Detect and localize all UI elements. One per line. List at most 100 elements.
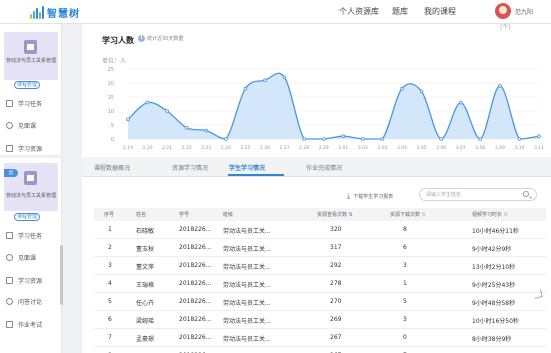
top-navigation-bar: 智慧树 个人资源库 题库 我的课程 范九阳 [0, 0, 551, 24]
person-icon [6, 254, 13, 261]
sort-icon: ⇅ [421, 212, 426, 218]
user-menu[interactable]: 范九阳 [495, 3, 533, 19]
student-search-input[interactable] [426, 190, 520, 199]
data-point [439, 137, 443, 141]
discussion-icon [6, 298, 13, 305]
x-tick-label: 3.02 [358, 145, 368, 151]
cell-resource-downloads: 0 [403, 334, 407, 341]
sidebar-scrollbar[interactable] [60, 245, 63, 305]
x-tick-label: 3.11 [534, 145, 544, 151]
download-report-label: 下载学生学习报表 [353, 194, 394, 200]
nav-personal-resources[interactable]: 个人资源库 [339, 6, 379, 17]
data-point [204, 128, 209, 133]
tab-homework-completion[interactable]: 作业完成情况 [306, 163, 342, 172]
column-header-resource-downloads[interactable]: 资源下载次数 ⇅ [390, 211, 426, 218]
data-point [478, 137, 483, 141]
x-tick-label: 3.06 [436, 145, 446, 151]
cell-resource-views: 292 [330, 262, 342, 269]
course-name: 劳动法与员工关系管理 [6, 58, 57, 64]
cell-name: 王瑞格 [136, 282, 155, 289]
course-card[interactable]: 劳动法与员工关系管理 [4, 32, 58, 80]
y-tick-label: 10 [108, 109, 114, 115]
sidebar-item-meeting-class[interactable]: 见面课 [6, 253, 36, 262]
y-tick-label: 0 [111, 137, 114, 143]
sidebar-item-learning-resources[interactable]: 学习资源 [6, 276, 42, 285]
course-manage-button[interactable]: 课程管理 [14, 213, 40, 221]
table-row[interactable]: 3 董文萍 2018226... 劳动法与员工关... 292 3 13小时2分10秒 [94, 257, 546, 275]
x-tick-label: 3.07 [456, 145, 466, 151]
course-document-icon [24, 40, 37, 54]
course-card[interactable]: 云 劳动法与员工关系管理 [4, 163, 58, 211]
y-tick-label: 15 [108, 95, 114, 101]
x-tick-label: 2.24 [221, 145, 231, 151]
cell-student-id: 2018226... [179, 244, 212, 251]
cell-video-duration: 10小时46分11秒 [472, 228, 519, 235]
cell-class: 劳动法与员工关... [223, 246, 271, 253]
table-row[interactable]: 5 任心卉 2018226... 劳动法与员工关... 270 5 9小时48分58秒 [94, 293, 546, 311]
column-header-label: 资源下载次数 [390, 212, 421, 218]
download-report-link[interactable]: ⤓ 下载学生学习报表 [347, 192, 393, 201]
column-header-student-id: 学号 [179, 212, 190, 218]
x-tick-label: 2.19 [123, 145, 133, 151]
cell-resource-views: 317 [330, 244, 342, 251]
cell-video-duration: 8小时38分9秒 [472, 336, 512, 343]
column-header-label: 视频学习时长 [472, 212, 503, 218]
cell-name: 任心卉 [136, 300, 155, 307]
column-header-video-duration[interactable]: 视频学习时长 ⇅ [472, 211, 508, 218]
cell-student-id: 2018226... [179, 280, 212, 287]
x-tick-label: 3.05 [417, 145, 427, 151]
sidebar-item-label: 作业考试 [18, 322, 43, 329]
tab-student-learning[interactable]: 学生学习情况 [229, 163, 265, 172]
active-tab-indicator [228, 174, 284, 176]
sidebar-item-learning-tasks[interactable]: 学习任务 [6, 231, 42, 240]
cell-video-duration: 9小时48分58秒 [472, 300, 516, 307]
nav-my-courses[interactable]: 我的课程 [424, 6, 456, 17]
logo-bars-icon [30, 5, 44, 19]
course-name: 劳动法与员工关系管理 [6, 193, 57, 199]
data-point [184, 126, 189, 130]
table-row[interactable]: 4 王瑞格 2018226... 劳动法与员工关... 278 1 9小时25分43秒 [94, 275, 546, 293]
data-point [498, 83, 502, 88]
nav-question-bank[interactable]: 题库 [392, 6, 408, 17]
data-point [458, 100, 463, 105]
sidebar-item-label: 见面课 [18, 255, 37, 262]
download-icon: ⤓ [347, 192, 351, 200]
data-point [224, 137, 228, 141]
sidebar-item-learning-tasks[interactable]: 学习任务 [6, 99, 42, 108]
search-icon[interactable] [523, 191, 529, 197]
y-tick-label: 20 [108, 81, 114, 87]
table-row[interactable]: 1 石晓敏 2018226... 劳动法与员工关... 320 8 10小时46分11秒 [94, 221, 546, 239]
student-learning-panel: 课程数据概况 资源学习情况 学生学习情况 作业完成情况 ⤓ 下载学生学习报表 序… [82, 157, 551, 353]
x-tick-label: 2.25 [240, 145, 250, 151]
data-point [537, 134, 541, 138]
x-tick-label: 2.28 [299, 145, 309, 151]
tab-course-overview[interactable]: 课程数据概况 [94, 163, 130, 172]
sidebar-item-meeting-class[interactable]: 见面课 [6, 121, 36, 130]
cell-resource-downloads: 8 [403, 226, 407, 233]
table-row[interactable]: 2 董玉秋 2018226... 劳动法与员工关... 317 6 9小时42分9秒 [94, 239, 546, 257]
data-point [380, 137, 385, 141]
sidebar-item-discussion[interactable]: 问答讨论 [6, 297, 42, 306]
cell-index: 3 [108, 262, 112, 269]
cell-index: 4 [108, 280, 112, 287]
logo[interactable]: 智慧树 [30, 4, 80, 20]
cell-resource-downloads: 3 [403, 316, 407, 323]
sidebar-item-homework-exam[interactable]: 作业考试 [6, 320, 42, 329]
table-row[interactable]: 6 梁婉瑶 2018226... 劳动法与员工关... 269 3 10小时16分50秒 [94, 311, 546, 329]
table-row[interactable]: 8刘玉凤2018226...劳动法与员工关...267713小时32分21秒 [94, 347, 546, 353]
cell-name: 石晓敏 [136, 228, 155, 235]
exam-icon [6, 321, 13, 328]
cell-index: 6 [108, 316, 112, 323]
x-tick-label: 2.21 [162, 145, 172, 151]
sidebar-item-label: 见面课 [18, 123, 37, 130]
table-row[interactable]: 7 孟豪璟 2018226... 劳动法与员工关... 267 0 8小时38分9秒 [94, 329, 546, 347]
cell-resource-views: 320 [330, 226, 342, 233]
y-tick-label: 5 [111, 123, 114, 129]
sidebar-item-learning-resources[interactable]: 学习资源 [6, 144, 42, 153]
person-icon [6, 122, 13, 129]
x-tick-label: 2.29 [319, 145, 329, 151]
tab-resource-learning[interactable]: 资源学习情况 [172, 163, 208, 172]
column-header-index: 序号 [104, 212, 115, 218]
course-manage-button[interactable]: 课程管理 [14, 81, 40, 89]
column-header-resource-views[interactable]: 资源查看次数 ⇅ [317, 211, 353, 218]
